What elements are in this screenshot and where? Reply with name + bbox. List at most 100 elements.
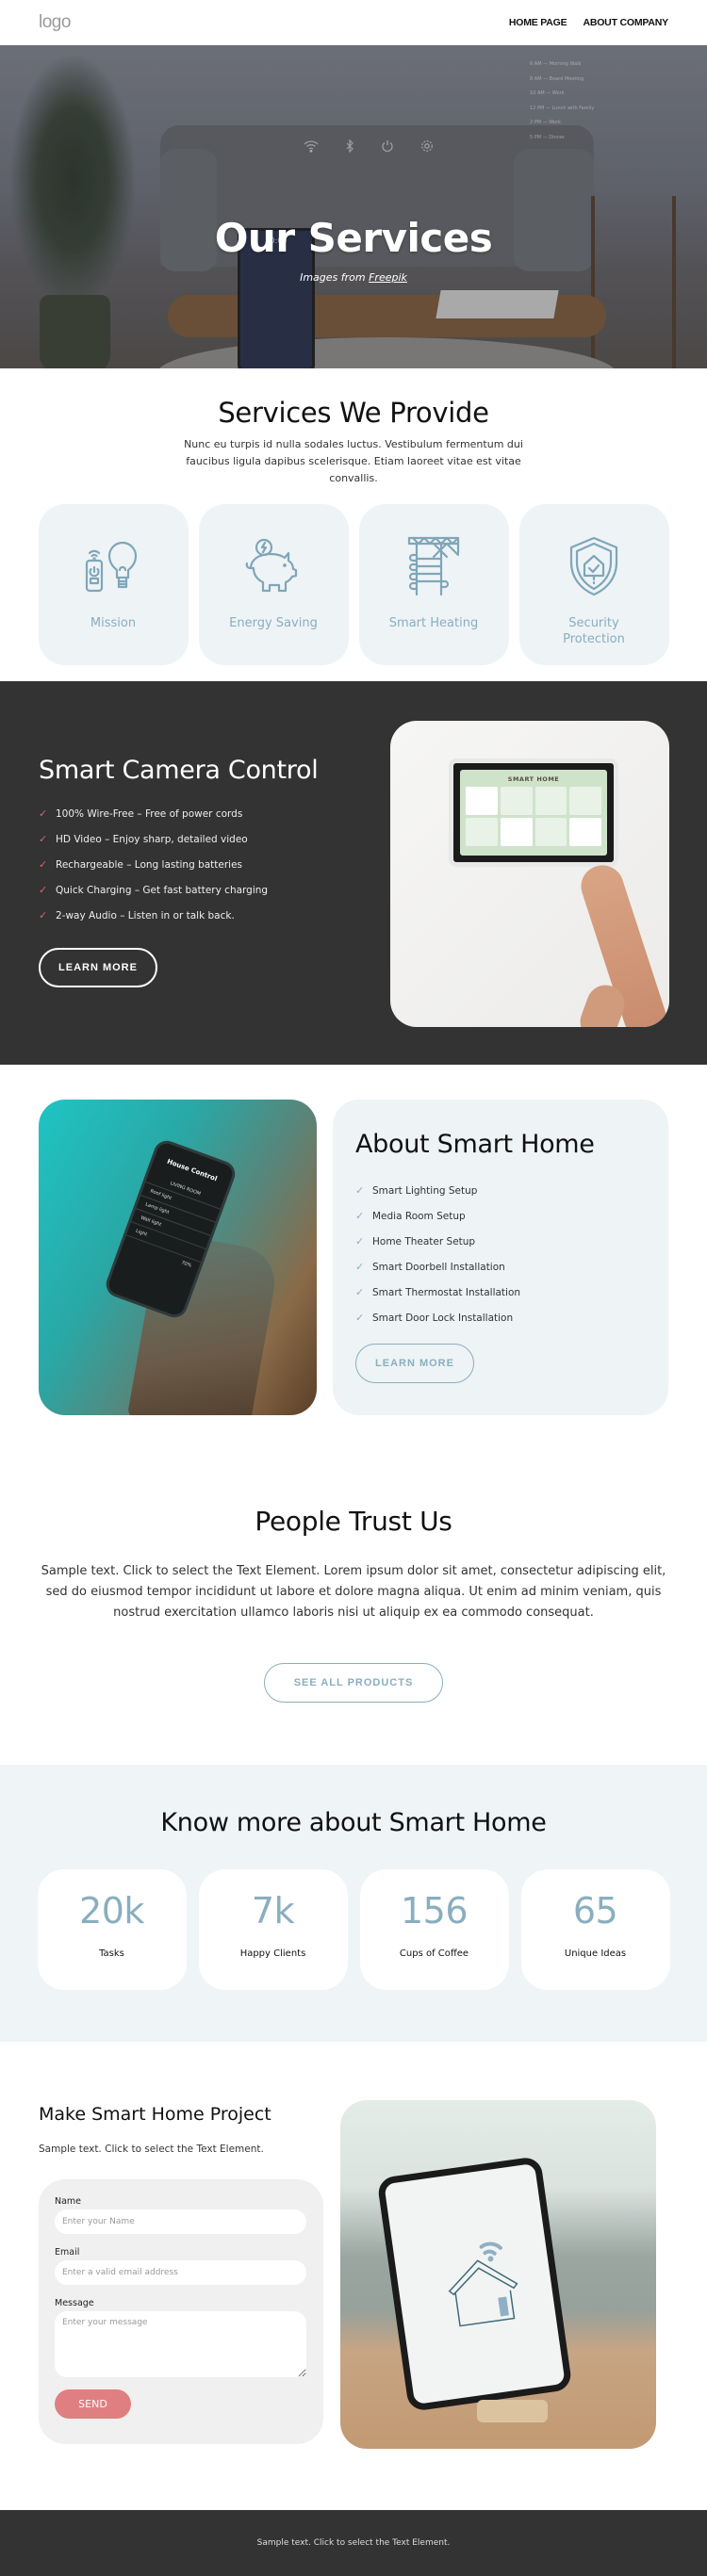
stat-cards: 20k Tasks 7k Happy Clients 156 Cups of C…: [0, 1869, 707, 1990]
footer-text: Sample text. Click to select the Text El…: [256, 2538, 451, 2548]
smart-home-wifi-icon: [448, 2242, 518, 2327]
freepik-link[interactable]: Freepik: [369, 271, 407, 284]
check-icon: ✓: [355, 1261, 365, 1273]
service-cards: Mission Energy Saving Smart Heating Secu…: [0, 504, 707, 665]
check-icon: ✓: [39, 833, 48, 845]
check-icon: ✓: [39, 858, 48, 871]
feature-text: 100% Wire-Free – Free of power cords: [56, 807, 243, 820]
smart-home-panel: SMART HOME: [449, 758, 618, 867]
logo[interactable]: logo: [39, 12, 71, 33]
about-learn-more-button[interactable]: LEARN MORE: [355, 1344, 474, 1383]
about-item: ✓ Smart Lighting Setup: [355, 1178, 646, 1203]
name-input[interactable]: [55, 2209, 306, 2234]
about-item-text: Smart Doorbell Installation: [372, 1261, 505, 1273]
panel-tile: [466, 818, 498, 846]
check-icon: ✓: [355, 1286, 365, 1298]
trust-text: Sample text. Click to select the Text El…: [41, 1564, 666, 1620]
stat-label: Unique Ideas: [564, 1948, 627, 1959]
hero-overlay: [0, 45, 707, 368]
check-icon: ✓: [39, 884, 48, 896]
feature-item: ✓ Quick Charging – Get fast battery charg…: [39, 877, 268, 903]
service-label: Energy Saving: [229, 616, 318, 630]
panel-tile: [466, 787, 498, 815]
hero-subtitle-text: Images from: [300, 271, 370, 284]
service-card-security-protection[interactable]: Security Protection: [518, 504, 669, 665]
feature-item: ✓ 100% Wire-Free – Free of power cords: [39, 801, 268, 826]
service-card-mission[interactable]: Mission: [38, 504, 189, 665]
panel-tile: [569, 818, 601, 846]
about-item-text: Home Theater Setup: [372, 1235, 476, 1247]
about-title: About Smart Home: [355, 1130, 595, 1159]
phone-control-photo: House Control LIVING ROOM Roof light Lam…: [39, 1100, 317, 1415]
check-icon: ✓: [355, 1210, 365, 1222]
send-button[interactable]: SEND: [55, 2389, 131, 2419]
wooden-stand: [477, 2400, 548, 2422]
about-item: ✓ Home Theater Setup: [355, 1229, 646, 1254]
message-textarea[interactable]: [55, 2311, 306, 2377]
about-item-text: Smart Lighting Setup: [372, 1184, 478, 1197]
about-item-text: Smart Thermostat Installation: [372, 1286, 521, 1298]
contact-section: Make Smart Home Project Sample text. Cli…: [0, 2042, 707, 2510]
contact-form: Name Email Message SEND: [39, 2179, 323, 2444]
stat-label: Cups of Coffee: [399, 1948, 469, 1959]
tablet-photo: [340, 2100, 656, 2449]
panel-tile: [500, 818, 533, 846]
feature-text: HD Video – Enjoy sharp, detailed video: [56, 833, 248, 845]
about-list: ✓ Smart Lighting Setup ✓ Media Room Setup …: [355, 1178, 646, 1330]
trust-section: People Trust Us Sample text. Click to se…: [0, 1442, 707, 1765]
service-label: Smart Heating: [388, 616, 479, 630]
camera-learn-more-button[interactable]: LEARN MORE: [39, 948, 157, 987]
about-item: ✓ Smart Door Lock Installation: [355, 1305, 646, 1330]
smart-panel-photo: SMART HOME: [390, 721, 669, 1027]
panel-tile: [534, 818, 567, 846]
stat-value: 7k: [251, 1890, 295, 1932]
ipad-image: [376, 2156, 573, 2412]
feature-text: Rechargeable – Long lasting batteries: [56, 858, 243, 871]
check-icon: ✓: [39, 909, 48, 921]
services-lead: Nunc eu turpis id nulla sodales luctus. …: [184, 438, 523, 484]
hero-title: Our Services: [214, 215, 493, 261]
smart-bulb-icon: [79, 532, 147, 604]
about-item-text: Smart Door Lock Installation: [372, 1312, 514, 1324]
camera-section: Smart Camera Control ✓ 100% Wire-Free – F…: [0, 681, 707, 1065]
page: logo HOME PAGE ABOUT COMPANY 10:00 6 AM …: [0, 0, 707, 2576]
about-item: ✓ Smart Doorbell Installation: [355, 1254, 646, 1280]
check-icon: ✓: [355, 1312, 365, 1324]
message-label: Message: [55, 2298, 94, 2308]
piggy-bank-icon: [239, 532, 307, 604]
panel-tile: [500, 787, 533, 815]
stat-label: Tasks: [99, 1948, 124, 1959]
stat-label: Happy Clients: [239, 1948, 306, 1959]
nav-home-page[interactable]: HOME PAGE: [509, 17, 567, 28]
service-label: Mission: [90, 616, 137, 630]
email-label: Email: [55, 2247, 80, 2258]
site-footer: Sample text. Click to select the Text El…: [0, 2510, 707, 2576]
stat-card-happy-clients: 7k Happy Clients: [198, 1869, 348, 1990]
stat-value: 20k: [79, 1890, 144, 1932]
stat-value: 156: [400, 1890, 469, 1932]
services-section: Services We Provide Nunc eu turpis id nu…: [0, 368, 707, 681]
about-section: House Control LIVING ROOM Roof light Lam…: [0, 1065, 707, 1442]
contact-title: Make Smart Home Project: [39, 2104, 271, 2125]
stat-card-unique-ideas: 65 Unique Ideas: [520, 1869, 670, 1990]
stat-card-cups-of-coffee: 156 Cups of Coffee: [359, 1869, 509, 1990]
email-input[interactable]: [55, 2260, 306, 2285]
hero-subtitle: Images from Freepik: [0, 271, 707, 284]
service-card-smart-heating[interactable]: Smart Heating: [358, 504, 509, 665]
nav-about-company[interactable]: ABOUT COMPANY: [583, 17, 668, 28]
feature-item: ✓ HD Video – Enjoy sharp, detailed video: [39, 826, 268, 852]
stat-card-tasks: 20k Tasks: [37, 1869, 187, 1990]
service-card-energy-saving[interactable]: Energy Saving: [198, 504, 349, 665]
stats-title: Know more about Smart Home: [160, 1808, 547, 1837]
see-all-products-button[interactable]: SEE ALL PRODUCTS: [264, 1663, 443, 1703]
hero-section: 10:00 6 AM — Morning Walk 8 AM — Board M…: [0, 45, 707, 368]
about-item: ✓ Media Room Setup: [355, 1203, 646, 1229]
check-icon: ✓: [355, 1235, 365, 1247]
shield-home-icon: [560, 532, 628, 604]
radiator-icon: [400, 532, 468, 604]
feature-text: Quick Charging – Get fast battery chargi…: [56, 884, 269, 896]
feature-item: ✓ Rechargeable – Long lasting batteries: [39, 852, 268, 877]
panel-tile: [569, 787, 601, 815]
check-icon: ✓: [39, 807, 48, 820]
panel-grid: [460, 783, 607, 850]
